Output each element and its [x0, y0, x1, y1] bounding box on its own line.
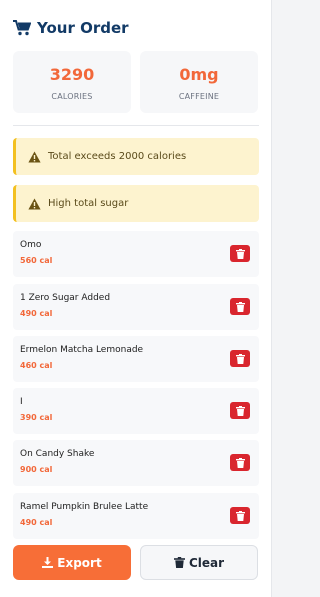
calories-value: 3290 [49, 65, 95, 84]
warning-icon [28, 151, 41, 162]
item-calories: 900 cal [20, 465, 53, 474]
trash-icon [235, 353, 245, 364]
trash-icon [173, 557, 185, 568]
order-item: Ramel Pumpkin Brulee Latte 490 cal [13, 493, 259, 539]
clear-label: Clear [188, 555, 225, 570]
item-name: Ramel Pumpkin Brulee Latte [20, 502, 149, 512]
trash-icon [235, 405, 245, 416]
warning-calories: Total exceeds 2000 calories [13, 138, 259, 175]
remove-item-button[interactable] [230, 245, 250, 262]
caffeine-value: 0mg [179, 65, 219, 84]
item-calories: 490 cal [20, 518, 53, 527]
remove-item-button[interactable] [230, 402, 250, 419]
trash-icon [235, 510, 245, 521]
trash-icon [235, 457, 245, 468]
item-name: 1 Zero Sugar Added [20, 293, 111, 303]
order-item: 1 Zero Sugar Added 490 cal [13, 284, 259, 330]
divider [13, 125, 259, 126]
download-icon [42, 557, 54, 568]
item-name: On Candy Shake [20, 449, 95, 459]
remove-item-button[interactable] [230, 298, 250, 315]
trash-icon [235, 248, 245, 259]
item-name: I [20, 397, 23, 407]
remove-item-button[interactable] [230, 507, 250, 524]
warning-text: Total exceeds 2000 calories [48, 151, 187, 162]
caffeine-label: CAFFEINE [178, 92, 220, 101]
warning-text: High total sugar [48, 198, 129, 209]
calories-label: CALORIES [51, 92, 93, 101]
trash-icon [235, 301, 245, 312]
cart-icon [13, 20, 31, 36]
item-calories: 460 cal [20, 361, 53, 370]
order-header: Your Order [13, 19, 129, 37]
order-panel: Your Order 3290 CALORIES 0mg CAFFEINE To… [0, 0, 272, 597]
item-calories: 560 cal [20, 256, 53, 265]
calories-stat: 3290 CALORIES [13, 51, 131, 113]
item-name: Omo [20, 240, 42, 250]
export-label: Export [57, 555, 102, 570]
caffeine-stat: 0mg CAFFEINE [140, 51, 258, 113]
order-item: Omo 560 cal [13, 231, 259, 277]
order-item: Ermelon Matcha Lemonade 460 cal [13, 336, 259, 382]
export-button[interactable]: Export [13, 545, 131, 580]
order-item: On Candy Shake 900 cal [13, 440, 259, 486]
clear-button[interactable]: Clear [140, 545, 258, 580]
item-calories: 390 cal [20, 413, 53, 422]
order-title: Your Order [37, 19, 129, 37]
warning-icon [28, 198, 41, 209]
warning-sugar: High total sugar [13, 185, 259, 222]
remove-item-button[interactable] [230, 454, 250, 471]
remove-item-button[interactable] [230, 350, 250, 367]
order-item: I 390 cal [13, 388, 259, 434]
item-calories: 490 cal [20, 309, 53, 318]
item-name: Ermelon Matcha Lemonade [20, 345, 144, 355]
